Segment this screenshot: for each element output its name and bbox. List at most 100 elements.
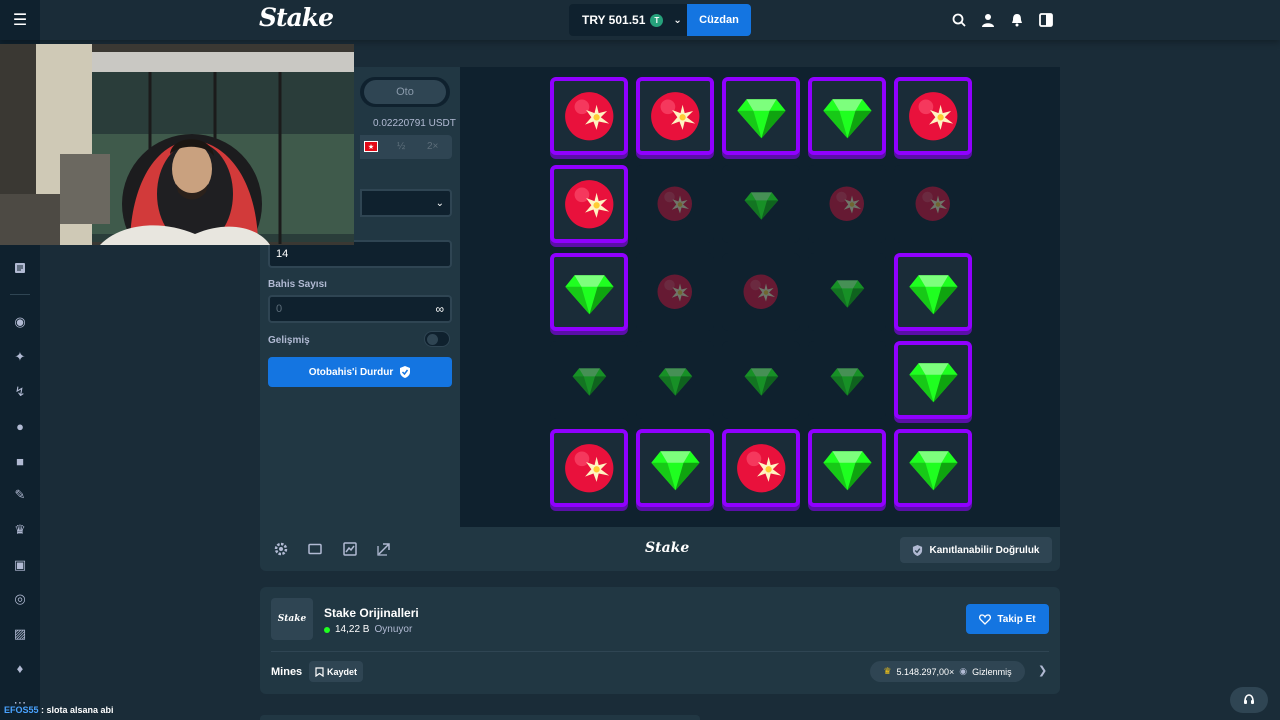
support-button[interactable]: [1230, 687, 1268, 713]
stake-originals-logo[interactable]: Stake: [271, 598, 313, 640]
mines-select[interactable]: ⌄: [360, 189, 452, 217]
bet-count-value: 0: [276, 303, 283, 315]
gem-icon: [571, 362, 608, 399]
advanced-label: Gelişmiş: [268, 335, 310, 346]
mine-icon: [742, 273, 780, 311]
mines-grid: [550, 77, 972, 511]
theatre-mode-icon[interactable]: [308, 542, 322, 556]
record-badge[interactable]: ♛ 5.148.297,00× ◉ Gizlenmiş: [870, 661, 1025, 682]
originals-title[interactable]: Stake Orijinalleri: [324, 606, 419, 620]
stats-icon[interactable]: [343, 542, 357, 556]
bell-icon[interactable]: [1009, 10, 1025, 30]
mine-tile[interactable]: [550, 253, 628, 331]
settings-icon[interactable]: [274, 542, 288, 556]
mine-icon: [735, 442, 788, 495]
save-button[interactable]: Kaydet: [309, 661, 363, 682]
game-name: Mines: [271, 666, 303, 678]
mine-tile[interactable]: [894, 77, 972, 155]
provably-fair-button[interactable]: Kanıtlanabilir Doğruluk: [900, 537, 1052, 563]
webcam-overlay: [0, 44, 354, 245]
mine-icon: [656, 185, 694, 223]
mine-tile[interactable]: [894, 341, 972, 419]
lifebuoy-icon[interactable]: ◎: [12, 591, 28, 607]
mines-board: [460, 67, 1060, 527]
mine-tile[interactable]: [550, 165, 628, 243]
mine-tile[interactable]: [894, 253, 972, 331]
mine-tile[interactable]: [636, 253, 714, 331]
heart-icon: [979, 613, 992, 625]
chevron-right-icon[interactable]: ❯: [1038, 664, 1047, 677]
fire-icon[interactable]: ●: [12, 418, 28, 434]
mine-tile[interactable]: [722, 253, 800, 331]
mine-tile[interactable]: [550, 77, 628, 155]
pen-icon[interactable]: ✎: [12, 487, 28, 503]
menu-icon[interactable]: ☰: [0, 0, 40, 40]
shirt-icon[interactable]: ■: [12, 453, 28, 469]
mine-tile[interactable]: [636, 341, 714, 419]
mine-tile[interactable]: [894, 429, 972, 507]
players-count: 14,22 B Oynuyor: [324, 624, 412, 635]
mine-tile[interactable]: [636, 165, 714, 243]
mine-tile[interactable]: [550, 341, 628, 419]
sparkle-icon[interactable]: ✦: [12, 349, 28, 365]
save-label: Kaydet: [326, 666, 357, 677]
double-button[interactable]: 2×: [427, 141, 438, 152]
article-icon[interactable]: [12, 260, 28, 276]
user-icon[interactable]: [980, 10, 996, 30]
chevron-down-icon: ⌄: [435, 197, 444, 209]
follow-button[interactable]: Takip Et: [966, 604, 1049, 634]
mine-tile[interactable]: [808, 165, 886, 243]
hidden-label: Gizlenmiş: [972, 666, 1012, 677]
mine-icon: [656, 273, 694, 311]
stake-logo[interactable]: Stake: [259, 3, 334, 32]
gift-icon[interactable]: ▨: [12, 626, 28, 642]
mine-tile[interactable]: [722, 341, 800, 419]
crown-icon[interactable]: ♛: [12, 522, 28, 538]
mine-tile[interactable]: [636, 429, 714, 507]
sidebar-toggle-icon[interactable]: [1038, 10, 1054, 30]
players-value: 14,22 B: [335, 624, 370, 635]
gem-icon: [743, 362, 780, 399]
stake-logo-small: Stake: [645, 540, 690, 556]
mines-count-value: 14: [276, 248, 289, 260]
mine-icon: [563, 442, 616, 495]
wallet-button[interactable]: Cüzdan: [687, 4, 751, 36]
badge-icon[interactable]: ▣: [12, 557, 28, 573]
mine-tile[interactable]: [808, 341, 886, 419]
half-button[interactable]: ½: [397, 141, 405, 152]
bet-usdt-value: 0.02220791 USDT: [373, 118, 456, 129]
sports-icon[interactable]: ↯: [12, 384, 28, 400]
tickets-icon[interactable]: ♦: [12, 660, 28, 676]
tether-coin-icon: T: [650, 13, 664, 27]
headset-icon: [1244, 694, 1254, 704]
external-link-icon[interactable]: [377, 542, 391, 556]
stop-autobet-button[interactable]: Otobahis'i Durdur: [268, 357, 452, 387]
mine-tile[interactable]: [636, 77, 714, 155]
mine-tile[interactable]: [894, 165, 972, 243]
mine-tile[interactable]: [722, 165, 800, 243]
mine-tile[interactable]: [808, 429, 886, 507]
mine-tile[interactable]: [722, 77, 800, 155]
gem-icon: [821, 90, 874, 143]
mine-tile[interactable]: [550, 429, 628, 507]
bet-count-input[interactable]: 0 ∞: [268, 295, 452, 323]
mine-tile[interactable]: [808, 77, 886, 155]
shield-check-icon: [913, 544, 923, 556]
mine-tile[interactable]: [808, 253, 886, 331]
casino-chip-icon[interactable]: ◉: [12, 314, 28, 330]
game-footer-bar: Stake Kanıtlanabilir Doğruluk: [260, 527, 1060, 571]
trophy-icon: ♛: [883, 666, 892, 676]
stream-chat-line: EFOS55 : slota alsana abi: [4, 705, 114, 715]
gem-icon: [657, 362, 694, 399]
stop-autobet-label: Otobahis'i Durdur: [308, 366, 394, 378]
search-icon[interactable]: [951, 10, 967, 30]
advanced-toggle[interactable]: [424, 331, 450, 347]
balance-dropdown[interactable]: TRY 501.51 T ⌄: [569, 4, 687, 36]
sidebar-divider: [10, 294, 30, 295]
incognito-icon: ◉: [959, 666, 968, 676]
mine-icon: [907, 90, 960, 143]
infinity-icon[interactable]: ∞: [435, 302, 444, 316]
mine-tile[interactable]: [722, 429, 800, 507]
mine-icon: [563, 178, 616, 231]
tab-auto[interactable]: Oto: [364, 80, 446, 104]
